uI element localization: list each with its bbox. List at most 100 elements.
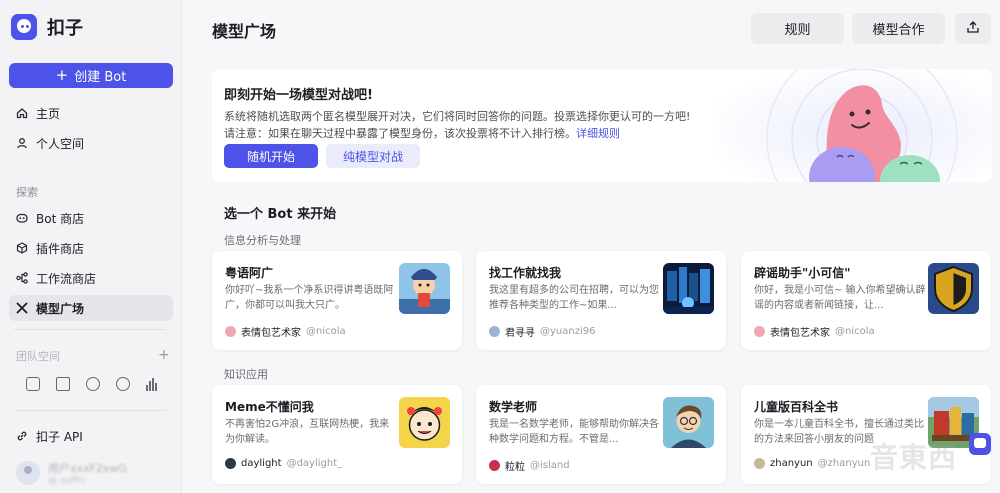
banner-desc-line1: 系统将随机选取两个匿名模型展开对决，它们将同时回答你的问题。投票选择你更认可的一…	[224, 110, 691, 123]
author-handle: @zhanyun	[817, 458, 871, 469]
bot-avatar	[399, 263, 450, 314]
bot-author: 表情包艺术家 @nicola	[754, 324, 875, 339]
author-handle: @nicola	[835, 326, 875, 337]
divider	[14, 410, 166, 411]
section-title: 选一个 Bot 来开始	[224, 207, 337, 222]
coze-logo-icon	[11, 14, 37, 40]
create-bot-label: 创建 Bot	[74, 70, 127, 85]
chat-bubble-icon[interactable]	[969, 433, 991, 455]
plus-icon: +	[55, 66, 69, 84]
author-handle: @island	[530, 460, 570, 471]
share-icon	[966, 20, 980, 38]
detailed-rules-link[interactable]: 详细规则	[576, 127, 620, 140]
author-name: 表情包艺术家	[770, 328, 830, 339]
mascot-illustration	[712, 69, 992, 182]
author-name: 君寻寻	[505, 328, 535, 339]
sidebar-item-bot-store[interactable]: Bot 商店	[9, 205, 173, 231]
user-name: 用户xxxF2xwG	[48, 462, 127, 475]
team-icons-row	[26, 377, 160, 391]
api-link-icon	[16, 430, 28, 442]
bot-description: 你好吖~我系一个净系识得讲粤语既阿广，你都可以叫我大只广。	[225, 285, 394, 311]
banner-description: 系统将随机选取两个匿名模型展开对决，它们将同时回答你的问题。投票选择你更认可的一…	[224, 108, 690, 142]
author-handle: @yuanzi96	[540, 326, 596, 337]
bot-name: 数学老师	[489, 400, 538, 414]
author-avatar	[225, 458, 236, 469]
sidebar: 扣子 + 创建 Bot 主页 个人空间 探索 Bot 商店 插件商店 工作流商店	[0, 0, 182, 493]
rules-button[interactable]: 规则	[751, 13, 844, 44]
author-name: 表情包艺术家	[241, 328, 301, 339]
tools-icon	[16, 302, 28, 314]
avatar	[16, 461, 40, 485]
pure-model-battle-button[interactable]: 纯模型对战	[326, 144, 420, 168]
explore-section-label: 探索	[16, 186, 38, 199]
bot-author: daylight @daylight_	[225, 458, 342, 469]
category-label: 信息分析与处理	[224, 234, 301, 247]
bot-card[interactable]: 粤语阿广 你好吖~我系一个净系识得讲粤语既阿广，你都可以叫我大只广。 表情包艺术…	[212, 251, 462, 350]
sidebar-item-label: 工作流商店	[36, 271, 97, 286]
bot-description: 你好，我是小可信~ 输入你希望确认辟谣的内容或者新闻链接，让...	[754, 285, 926, 311]
sidebar-item-plugin-store[interactable]: 插件商店	[9, 235, 173, 261]
bot-card[interactable]: 找工作就找我 我这里有超多的公司在招聘，可以为您推荐各种类型的工作~如果... …	[476, 251, 726, 350]
bot-card[interactable]: Meme不懂问我 不再害怕2G冲浪，互联网热梗，我来为你解读。 daylight…	[212, 385, 462, 484]
bot-author: 君寻寻 @yuanzi96	[489, 324, 595, 339]
bot-avatar	[928, 263, 979, 314]
author-handle: @nicola	[306, 326, 346, 337]
document-icon[interactable]	[26, 377, 40, 391]
sidebar-item-label: 主页	[36, 106, 61, 121]
sidebar-item-coze-api[interactable]: 扣子 API	[9, 423, 173, 449]
home-icon	[16, 107, 28, 119]
user-handle: @ xuffin	[48, 476, 86, 486]
category-label: 知识应用	[224, 368, 268, 381]
chat-icon[interactable]	[86, 377, 100, 391]
bot-name: 儿童版百科全书	[754, 400, 839, 414]
banner-desc-line2: 请注意：如果在聊天过程中暴露了模型身份，该次投票将不计入排行榜。	[224, 127, 576, 140]
brand[interactable]: 扣子	[11, 14, 83, 40]
model-cooperation-button[interactable]: 模型合作	[852, 13, 945, 44]
bot-name: 辟谣助手"小可信"	[754, 266, 851, 280]
author-name: 粒粒	[505, 462, 525, 473]
banner-title: 即刻开始一场模型对战吧!	[224, 88, 373, 103]
battle-banner: 即刻开始一场模型对战吧! 系统将随机选取两个匿名模型展开对决，它们将同时回答你的…	[212, 69, 992, 182]
sidebar-item-model-square[interactable]: 模型广场	[9, 295, 173, 321]
bot-author: zhanyun @zhanyun	[754, 458, 870, 469]
bot-card[interactable]: 辟谣助手"小可信" 你好，我是小可信~ 输入你希望确认辟谣的内容或者新闻链接，让…	[741, 251, 991, 350]
sidebar-item-label: 个人空间	[36, 136, 85, 151]
bot-card[interactable]: 数学老师 我是一名数学老师，能够帮助你解决各种数学问题和方程。不管是... 粒粒…	[476, 385, 726, 484]
bot-name: 粤语阿广	[225, 266, 274, 280]
workflow-icon	[16, 272, 28, 284]
user-profile[interactable]: 用户xxxF2xwG @ xuffin	[16, 460, 127, 486]
author-avatar	[489, 326, 500, 337]
bot-avatar	[663, 397, 714, 448]
sidebar-item-workflow-store[interactable]: 工作流商店	[9, 265, 173, 291]
watermark: 音東西	[870, 441, 958, 474]
app-name: 扣子	[47, 18, 83, 39]
sidebar-item-label: 模型广场	[36, 301, 85, 316]
bot-description: 不再害怕2G冲浪，互联网热梗，我来为你解读。	[225, 419, 390, 445]
create-bot-button[interactable]: + 创建 Bot	[9, 63, 173, 88]
bot-author: 粒粒 @island	[489, 458, 570, 473]
bot-avatar	[663, 263, 714, 314]
chart-icon[interactable]	[146, 377, 160, 391]
bot-avatar	[399, 397, 450, 448]
sidebar-item-personal-space[interactable]: 个人空间	[9, 130, 173, 156]
author-avatar	[489, 460, 500, 471]
mail-icon[interactable]	[56, 377, 70, 391]
page-title: 模型广场	[212, 22, 277, 41]
author-handle: @daylight_	[286, 458, 343, 469]
cube-icon	[16, 242, 28, 254]
author-name: daylight	[241, 458, 282, 469]
team-section-label: 团队空间	[16, 350, 60, 363]
add-team-icon[interactable]: +	[158, 347, 170, 363]
user-icon	[16, 137, 28, 149]
random-start-button[interactable]: 随机开始	[224, 144, 318, 168]
share-button[interactable]	[955, 13, 991, 44]
sidebar-item-label: 插件商店	[36, 241, 85, 256]
sidebar-item-label: 扣子 API	[36, 429, 83, 444]
sidebar-item-label: Bot 商店	[36, 211, 85, 226]
author-avatar	[754, 326, 765, 337]
sidebar-item-home[interactable]: 主页	[9, 100, 173, 126]
author-avatar	[225, 326, 236, 337]
author-name: zhanyun	[770, 458, 813, 469]
bot-description: 我是一名数学老师，能够帮助你解决各种数学问题和方程。不管是...	[489, 419, 659, 445]
group-icon[interactable]	[116, 377, 130, 391]
